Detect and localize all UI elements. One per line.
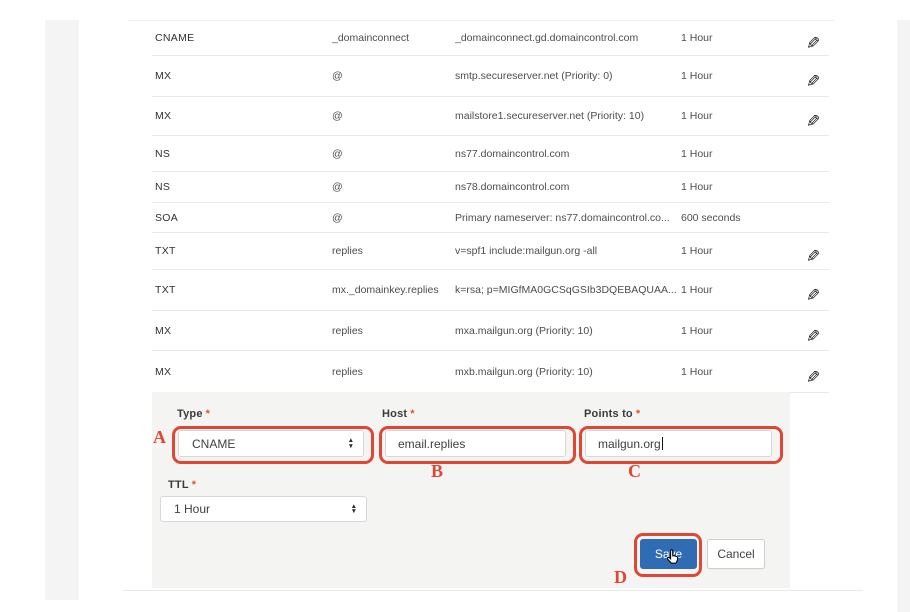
table-row: TXT mx._domainkey.replies k=rsa; p=MIGfM… bbox=[152, 270, 829, 311]
record-ttl: 1 Hour bbox=[681, 284, 781, 296]
edit-record-button[interactable]: ✎ bbox=[798, 28, 828, 48]
table-row: MX replies mxa.mailgun.org (Priority: 10… bbox=[152, 311, 829, 351]
record-type: TXT bbox=[155, 284, 315, 296]
table-row: MX replies mxb.mailgun.org (Priority: 10… bbox=[152, 351, 829, 393]
record-type: NS bbox=[155, 181, 315, 193]
records-card-bottom-border bbox=[123, 590, 863, 591]
pencil-icon: ✎ bbox=[806, 34, 820, 48]
record-ttl: 1 Hour bbox=[681, 181, 781, 193]
cancel-button[interactable]: Cancel bbox=[707, 539, 765, 569]
record-ttl: 1 Hour bbox=[681, 70, 781, 82]
record-ttl: 1 Hour bbox=[681, 32, 781, 44]
type-select-value: CNAME bbox=[192, 437, 235, 451]
annotation-letter-c: C bbox=[628, 461, 641, 482]
left-gutter bbox=[45, 20, 79, 600]
edit-record-button[interactable]: ✎ bbox=[798, 362, 828, 382]
record-name: replies bbox=[332, 245, 450, 257]
edit-record-button[interactable]: ✎ bbox=[798, 280, 828, 300]
record-value: Primary nameserver: ns77.domaincontrol.c… bbox=[455, 212, 677, 224]
type-label: Type* bbox=[177, 408, 210, 420]
record-name: mx._domainkey.replies bbox=[332, 284, 450, 296]
host-input-value: email.replies bbox=[398, 437, 465, 451]
record-value: ns78.domaincontrol.com bbox=[455, 181, 677, 193]
record-name: replies bbox=[332, 366, 450, 378]
edit-record-button[interactable]: ✎ bbox=[798, 106, 828, 126]
required-asterisk: * bbox=[206, 408, 210, 420]
record-type: MX bbox=[155, 325, 315, 337]
pencil-icon: ✎ bbox=[806, 247, 820, 261]
record-type: TXT bbox=[155, 245, 315, 257]
pencil-icon: ✎ bbox=[806, 72, 820, 86]
host-label: Host* bbox=[382, 408, 415, 420]
dns-records-table: CNAME _domainconnect _domainconnect.gd.d… bbox=[152, 21, 829, 393]
annotation-letter-d: D bbox=[614, 567, 627, 588]
text-caret bbox=[662, 437, 664, 450]
required-asterisk: * bbox=[410, 408, 414, 420]
record-ttl: 600 seconds bbox=[681, 212, 781, 224]
record-value: _domainconnect.gd.domaincontrol.com bbox=[455, 32, 677, 44]
select-arrows-icon: ▲▼ bbox=[351, 504, 357, 514]
ttl-select[interactable]: 1 Hour ▲▼ bbox=[160, 496, 367, 522]
record-ttl: 1 Hour bbox=[681, 366, 781, 378]
edit-record-button[interactable]: ✎ bbox=[798, 321, 828, 341]
record-name: @ bbox=[332, 181, 450, 193]
record-name: _domainconnect bbox=[332, 32, 450, 44]
record-type: MX bbox=[155, 366, 315, 378]
record-value: k=rsa; p=MIGfMA0GCSqGSIb3DQEBAQUAA... bbox=[455, 284, 677, 296]
record-value: ns77.domaincontrol.com bbox=[455, 148, 677, 160]
right-scroll-gutter[interactable] bbox=[897, 20, 910, 612]
select-arrows-icon: ▲▼ bbox=[348, 438, 354, 448]
record-name: replies bbox=[332, 325, 450, 337]
table-row: NS @ ns78.domaincontrol.com 1 Hour ✎ bbox=[152, 172, 829, 203]
annotation-letter-b: B bbox=[431, 461, 443, 482]
record-ttl: 1 Hour bbox=[681, 110, 781, 122]
record-type: SOA bbox=[155, 212, 315, 224]
pencil-icon: ✎ bbox=[806, 286, 820, 300]
record-value: mxb.mailgun.org (Priority: 10) bbox=[455, 366, 677, 378]
table-row: TXT replies v=spf1 include:mailgun.org -… bbox=[152, 233, 829, 270]
table-row: NS @ ns77.domaincontrol.com 1 Hour ✎ bbox=[152, 136, 829, 172]
pencil-icon: ✎ bbox=[806, 327, 820, 341]
annotation-letter-a: A bbox=[153, 427, 166, 448]
record-value: v=spf1 include:mailgun.org -all bbox=[455, 245, 677, 257]
edit-record-button[interactable]: ✎ bbox=[798, 241, 828, 261]
record-type: NS bbox=[155, 148, 315, 160]
table-row: MX @ mailstore1.secureserver.net (Priori… bbox=[152, 97, 829, 136]
pencil-icon: ✎ bbox=[806, 368, 820, 382]
points-to-label: Points to* bbox=[584, 408, 640, 420]
table-row: CNAME _domainconnect _domainconnect.gd.d… bbox=[152, 21, 829, 56]
record-type: MX bbox=[155, 70, 315, 82]
record-value: smtp.secureserver.net (Priority: 0) bbox=[455, 70, 677, 82]
record-ttl: 1 Hour bbox=[681, 245, 781, 257]
record-value: mxa.mailgun.org (Priority: 10) bbox=[455, 325, 677, 337]
ttl-label: TTL* bbox=[168, 479, 196, 491]
type-select[interactable]: CNAME ▲▼ bbox=[178, 430, 364, 457]
record-name: @ bbox=[332, 110, 450, 122]
record-type: CNAME bbox=[155, 32, 315, 44]
record-name: @ bbox=[332, 212, 450, 224]
record-name: @ bbox=[332, 148, 450, 160]
points-to-input-value: mailgun.org bbox=[598, 437, 661, 451]
pencil-icon: ✎ bbox=[806, 112, 820, 126]
record-ttl: 1 Hour bbox=[681, 148, 781, 160]
save-button[interactable]: Save bbox=[640, 539, 697, 569]
edit-record-button[interactable]: ✎ bbox=[798, 66, 828, 86]
required-asterisk: * bbox=[192, 479, 196, 491]
required-asterisk: * bbox=[636, 408, 640, 420]
record-value: mailstore1.secureserver.net (Priority: 1… bbox=[455, 110, 677, 122]
record-type: MX bbox=[155, 110, 315, 122]
host-input[interactable]: email.replies bbox=[385, 430, 566, 457]
record-ttl: 1 Hour bbox=[681, 325, 781, 337]
table-row: MX @ smtp.secureserver.net (Priority: 0)… bbox=[152, 56, 829, 97]
points-to-input[interactable]: mailgun.org bbox=[585, 430, 772, 457]
record-name: @ bbox=[332, 70, 450, 82]
ttl-select-value: 1 Hour bbox=[174, 502, 210, 516]
table-row: SOA @ Primary nameserver: ns77.domaincon… bbox=[152, 203, 829, 233]
